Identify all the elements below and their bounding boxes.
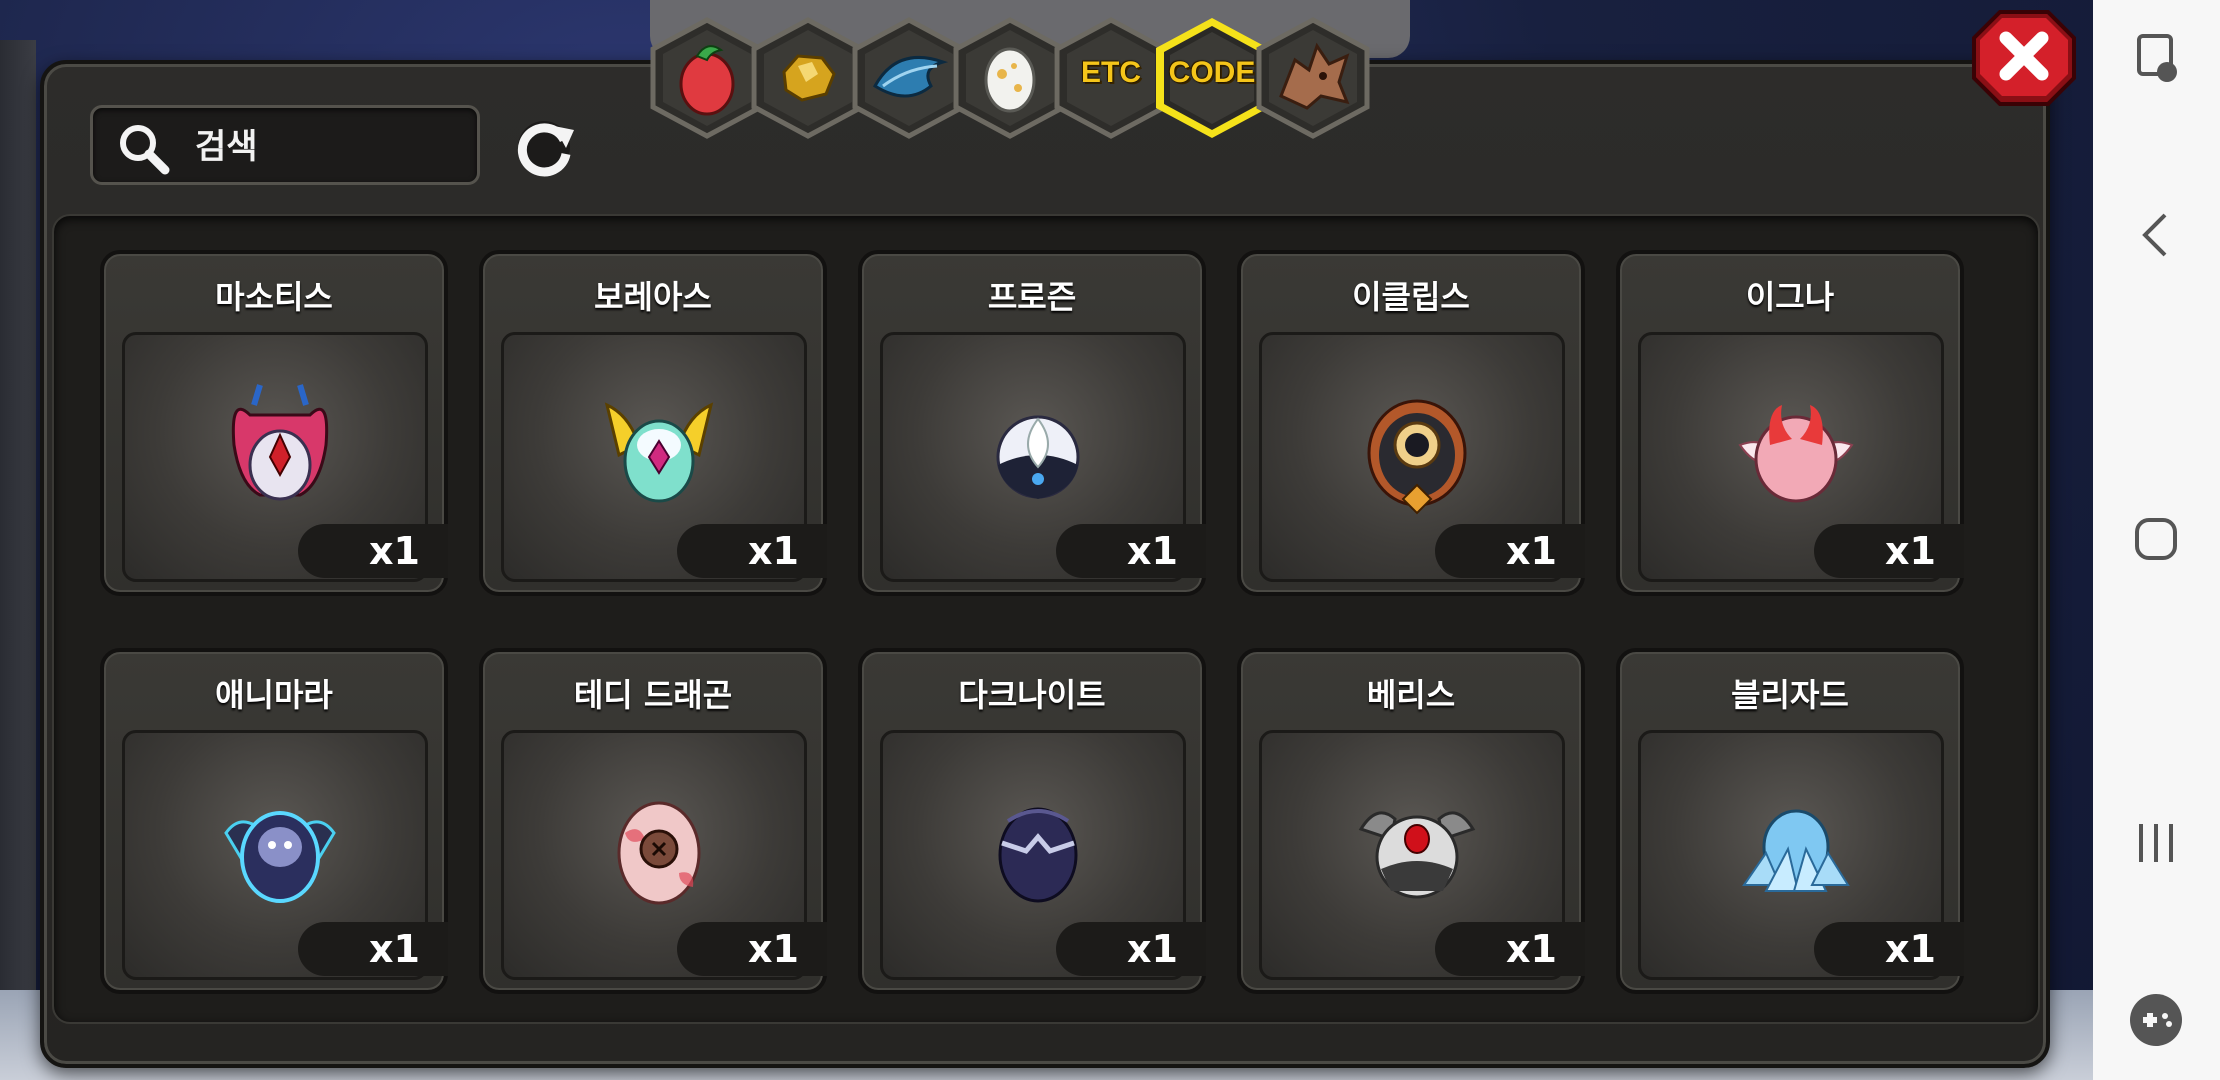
item-card[interactable]: 이클립스 x1 (1237, 250, 1585, 596)
item-name: 이그나 (1745, 278, 1835, 316)
back-icon[interactable] (2093, 205, 2220, 265)
item-quantity: x1 (298, 922, 448, 976)
system-navigation-bar (2093, 0, 2220, 1080)
animara-egg-icon (224, 811, 336, 903)
refresh-icon[interactable] (508, 110, 584, 182)
item-quantity: x1 (1814, 922, 1964, 976)
search-box[interactable] (90, 105, 480, 185)
blizzard-egg-icon (1742, 809, 1850, 892)
tab-dragon[interactable] (1251, 16, 1375, 140)
item-name: 테디 드래곤 (573, 676, 733, 714)
item-card[interactable]: 테디 드래곤 x1 (479, 648, 827, 994)
frozen-egg-icon (996, 415, 1080, 499)
home-icon[interactable] (2093, 508, 2220, 568)
item-name: 프로즌 (987, 278, 1077, 316)
item-card[interactable]: 베리스 x1 (1237, 648, 1585, 994)
game-tools-icon[interactable] (2093, 990, 2220, 1050)
dragon-head-icon (1279, 42, 1350, 110)
background-side-panel (0, 40, 36, 1000)
item-card[interactable]: 애니마라 x1 (100, 648, 448, 994)
item-quantity: x1 (677, 524, 827, 578)
masotis-egg-icon (231, 384, 329, 501)
item-name: 이클립스 (1352, 278, 1470, 316)
item-card[interactable]: 이그나 x1 (1616, 250, 1964, 596)
eclipse-egg-icon (1367, 399, 1467, 515)
teddy-dragon-egg-icon (617, 801, 701, 905)
item-name: 애니마라 (215, 676, 333, 714)
search-input[interactable] (193, 120, 467, 174)
search-icon (120, 125, 170, 175)
item-name: 마소티스 (215, 278, 333, 316)
item-quantity: x1 (677, 922, 827, 976)
recent-apps-icon[interactable] (2093, 812, 2220, 872)
item-card[interactable]: 다크나이트 x1 (858, 648, 1206, 994)
boreas-egg-icon (604, 402, 714, 503)
item-name: 블리자드 (1731, 676, 1849, 714)
item-name: 다크나이트 (958, 676, 1106, 714)
item-name: 보레아스 (594, 278, 712, 316)
item-quantity: x1 (1056, 524, 1206, 578)
item-card[interactable]: 마소티스 x1 (100, 250, 448, 596)
item-quantity: x1 (1814, 524, 1964, 578)
dark-knight-egg-icon (998, 807, 1078, 903)
item-quantity: x1 (1435, 524, 1585, 578)
item-card[interactable]: 프로즌 x1 (858, 250, 1206, 596)
item-quantity: x1 (1435, 922, 1585, 976)
item-quantity: x1 (1056, 922, 1206, 976)
touch-assist-icon[interactable] (2093, 30, 2220, 90)
veris-egg-icon (1358, 811, 1476, 899)
igna-egg-icon (1738, 405, 1854, 503)
item-quantity: x1 (298, 524, 448, 578)
item-name: 베리스 (1366, 676, 1456, 714)
item-card[interactable]: 보레아스 x1 (479, 250, 827, 596)
item-card[interactable]: 블리자드 x1 (1616, 648, 1964, 994)
close-button[interactable] (1970, 8, 2078, 108)
